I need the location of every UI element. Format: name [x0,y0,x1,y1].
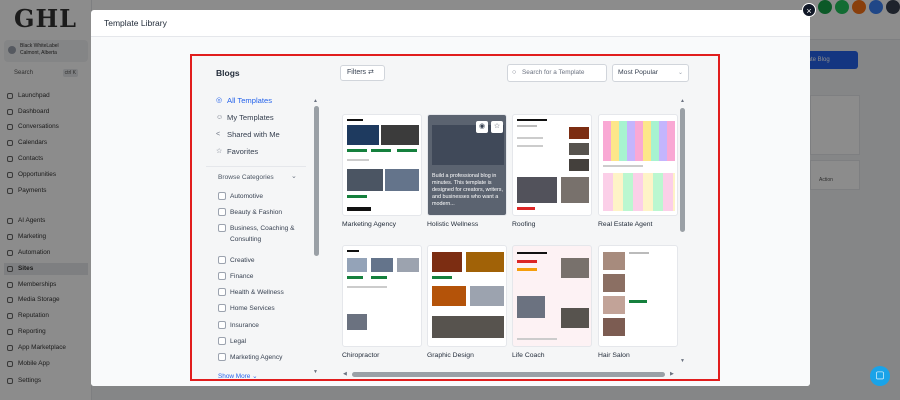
category-label: Finance [230,273,254,280]
template-name: Life Coach [512,352,545,359]
preview-eye-icon[interactable]: ◉ [476,121,488,133]
category-label: Health & Wellness [230,289,284,296]
user-icon: ☺ [216,114,224,121]
template-card[interactable]: ◉ ☆ Build a professional blog in minutes… [427,114,507,228]
filter-icon: ⇄ [368,69,374,76]
category-label: Creative [230,257,255,264]
template-grid-scrollbar[interactable] [680,108,685,232]
nav-label: Favorites [227,147,259,156]
template-thumbnail[interactable] [598,245,678,347]
category-label: Marketing Agency [230,354,283,361]
category-checkbox[interactable] [218,304,226,312]
scroll-left-arrow[interactable]: ◀ [343,371,347,377]
star-icon: ☆ [216,148,223,155]
template-name: Chiropractor [342,352,380,359]
template-library-content: Blogs ◎ All Templates ☺ My Templates < S… [190,54,720,381]
category-beauty-fashion[interactable]: Beauty & Fashion [218,207,308,218]
category-insurance[interactable]: Insurance [218,320,308,331]
chevron-down-icon: ⌄ [677,70,683,76]
category-scrollbar[interactable] [314,106,319,256]
sort-select[interactable]: Most Popular ⌄ [612,64,689,82]
template-thumbnail[interactable] [598,114,678,216]
scroll-right-arrow[interactable]: ▶ [670,371,674,377]
template-card[interactable]: Roofing [512,114,592,228]
category-creative[interactable]: Creative [218,255,308,266]
divider [206,166,306,167]
category-checkbox[interactable] [218,208,226,216]
template-search-input[interactable]: ○ Search for a Template [507,64,607,82]
scroll-up-arrow[interactable]: ▲ [313,98,318,104]
category-label: Automotive [230,193,263,200]
template-thumbnail[interactable] [342,114,422,216]
template-grid-hscrollbar[interactable] [352,372,665,377]
category-checkbox[interactable] [218,353,226,361]
favorite-star-icon[interactable]: ☆ [491,121,503,133]
nav-my-templates[interactable]: ☺ My Templates [216,112,274,124]
sort-value: Most Popular [618,69,659,76]
template-thumbnail[interactable] [427,245,507,347]
grid-icon: ◎ [216,97,223,104]
category-checkbox[interactable] [218,224,226,232]
share-icon: < [216,131,221,138]
category-checkbox[interactable] [218,192,226,200]
category-checkbox[interactable] [218,337,226,345]
nav-favorites[interactable]: ☆ Favorites [216,146,258,158]
template-name: Real Estate Agent [598,221,653,228]
template-name: Marketing Agency [342,221,397,228]
template-card[interactable]: Marketing Agency [342,114,422,228]
category-label: Beauty & Fashion [230,209,283,216]
search-placeholder: Search for a Template [522,69,585,76]
category-label: Insurance [230,322,259,329]
nav-shared-with-me[interactable]: < Shared with Me [216,129,280,141]
nav-label: Shared with Me [227,130,280,139]
search-icon: ○ [512,69,517,76]
category-business-coaching-consulting[interactable]: Business, Coaching & Consulting [218,223,308,245]
category-label: Home Services [230,305,275,312]
template-description: Build a professional blog in minutes. Th… [432,173,504,207]
category-checkbox[interactable] [218,272,226,280]
close-modal-button[interactable]: × [802,3,816,17]
template-name: Hair Salon [598,352,630,359]
grid-scroll-down-arrow[interactable]: ▼ [680,358,685,364]
nav-all-templates[interactable]: ◎ All Templates [216,95,272,107]
category-finance[interactable]: Finance [218,271,308,282]
show-more-label: Show More [218,373,251,380]
template-card[interactable]: Chiropractor [342,245,422,359]
template-card[interactable]: Life Coach [512,245,592,359]
category-legal[interactable]: Legal [218,336,308,347]
template-card[interactable]: Graphic Design [427,245,507,359]
filters-label: Filters [347,69,367,76]
template-card[interactable]: Hair Salon [598,245,678,359]
show-more-link[interactable]: Show More ⌄ [218,372,257,380]
nav-label: All Templates [227,96,273,105]
category-checkbox[interactable] [218,321,226,329]
grid-scroll-up-arrow[interactable]: ▲ [680,98,685,104]
modal-title: Template Library [104,18,167,28]
category-health-wellness[interactable]: Health & Wellness [218,287,308,298]
template-name: Holistic Wellness [427,221,479,228]
library-heading: Blogs [216,68,240,78]
template-name: Roofing [512,221,536,228]
template-thumbnail[interactable] [342,245,422,347]
category-checkbox[interactable] [218,256,226,264]
category-label: Business, Coaching & Consulting [230,225,295,243]
template-thumbnail[interactable] [512,114,592,216]
template-card[interactable]: Real Estate Agent [598,114,678,228]
modal-header: Template Library [91,10,810,37]
scroll-down-arrow[interactable]: ▼ [313,369,318,375]
template-thumbnail[interactable]: ◉ ☆ Build a professional blog in minutes… [427,114,507,216]
browse-categories-label[interactable]: Browse Categories [218,174,274,181]
category-automotive[interactable]: Automotive [218,191,308,202]
chevron-down-icon[interactable]: ⌄ [291,172,297,180]
category-label: Legal [230,338,247,345]
chat-widget-icon[interactable]: ▢ [870,366,890,386]
category-home-services[interactable]: Home Services [218,303,308,314]
filters-button[interactable]: Filters ⇄ [340,65,385,81]
category-marketing-agency[interactable]: Marketing Agency [218,352,308,363]
category-checkbox[interactable] [218,288,226,296]
nav-label: My Templates [227,113,274,122]
template-name: Graphic Design [427,352,474,359]
template-thumbnail[interactable] [512,245,592,347]
